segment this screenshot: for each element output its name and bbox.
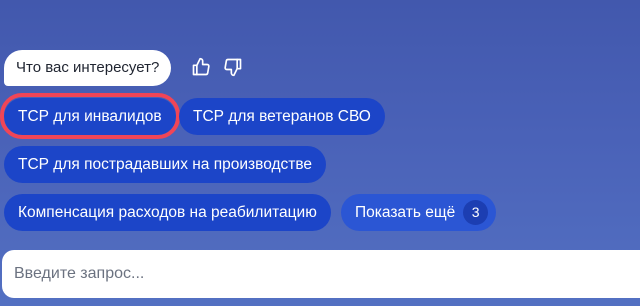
feedback-controls (190, 57, 244, 82)
suggestion-chip-label: Компенсация расходов на реабилитацию (18, 204, 317, 221)
dislike-button[interactable] (222, 58, 244, 80)
thumbs-down-icon (223, 57, 243, 82)
show-more-count-badge: 3 (463, 200, 489, 225)
show-more-label: Показать ещё (355, 204, 456, 221)
query-input[interactable] (2, 250, 602, 298)
suggestion-chip-tsr-injured[interactable]: ТСР для пострадавших на производстве (4, 146, 327, 183)
assistant-message-text: Что вас интересует? (16, 59, 160, 76)
show-more-button[interactable]: Показать ещё 3 (341, 194, 497, 231)
suggestion-chip-rehab-compensation[interactable]: Компенсация расходов на реабилитацию (4, 194, 331, 231)
assistant-message-bubble: Что вас интересует? (4, 50, 172, 86)
like-button[interactable] (190, 57, 212, 82)
thumbs-up-icon (191, 57, 211, 82)
suggestion-chip-label: ТСР для пострадавших на производстве (18, 156, 313, 173)
suggestion-chip-label: ТСР для инвалидов (18, 108, 162, 125)
suggestion-chip-tsr-veterans[interactable]: ТСР для ветеранов СВО (179, 98, 385, 135)
query-input-bar (2, 250, 640, 298)
suggestion-chip-tsr-disabled[interactable]: ТСР для инвалидов (4, 98, 176, 135)
suggestion-chip-label: ТСР для ветеранов СВО (193, 108, 371, 125)
